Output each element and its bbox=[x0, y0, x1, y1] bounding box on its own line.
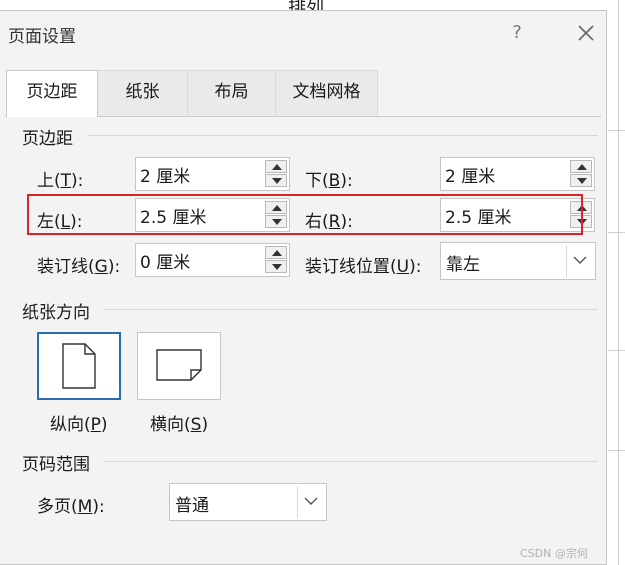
watermark: CSDN @宗何 bbox=[520, 547, 588, 560]
gutter-label: 装订线(G): bbox=[37, 257, 121, 277]
spin-down-button[interactable] bbox=[265, 215, 287, 228]
bottom-margin-label: 下(B): bbox=[305, 171, 353, 191]
gutter-position-value: 靠左 bbox=[446, 255, 480, 275]
arrow-up-icon bbox=[577, 164, 587, 170]
right-margin-label: 右(R): bbox=[305, 212, 353, 232]
gutter-spinner bbox=[265, 246, 287, 274]
right-margin-spinner bbox=[570, 201, 592, 229]
arrow-up-icon bbox=[272, 205, 282, 211]
pages-section-title: 页码范围 bbox=[22, 455, 90, 475]
spin-up-button[interactable] bbox=[265, 201, 287, 214]
landscape-page-icon bbox=[156, 349, 202, 381]
spin-down-button[interactable] bbox=[570, 215, 592, 228]
portrait-page-icon bbox=[62, 343, 96, 389]
tab-label: 文档网格 bbox=[292, 82, 361, 102]
left-margin-value: 2.5 厘米 bbox=[140, 208, 207, 228]
arrow-down-icon bbox=[577, 178, 587, 184]
background-line bbox=[618, 0, 619, 565]
arrow-down-icon bbox=[272, 264, 282, 270]
bottom-margin-value: 2 厘米 bbox=[445, 167, 496, 187]
orientation-section-title: 纸张方向 bbox=[22, 303, 90, 323]
page-setup-dialog: 页面设置 ? 页边距 纸张 布局 文档网格 bbox=[0, 10, 607, 565]
tab-label: 纸张 bbox=[125, 82, 160, 102]
left-margin-input[interactable]: 2.5 厘米 bbox=[135, 198, 290, 232]
spin-down-button[interactable] bbox=[265, 260, 287, 273]
top-margin-spinner bbox=[265, 160, 287, 188]
right-margin-value: 2.5 厘米 bbox=[445, 208, 512, 228]
tab-paper[interactable]: 纸张 bbox=[98, 70, 188, 116]
background-line bbox=[608, 350, 625, 351]
section-divider bbox=[103, 309, 598, 310]
section-divider bbox=[103, 461, 598, 462]
dropdown-toggle[interactable] bbox=[566, 245, 593, 277]
multiple-pages-label: 多页(M): bbox=[37, 497, 105, 517]
title-bar[interactable]: 页面设置 ? bbox=[0, 11, 606, 55]
section-divider bbox=[88, 135, 598, 136]
portrait-label: 纵向(P) bbox=[50, 415, 108, 435]
arrow-up-icon bbox=[272, 250, 282, 256]
tab-label: 页边距 bbox=[26, 82, 78, 102]
close-icon bbox=[578, 25, 594, 41]
gutter-position-label: 装订线位置(U): bbox=[305, 257, 422, 277]
multiple-pages-dropdown[interactable]: 普通 bbox=[169, 483, 327, 521]
arrow-down-icon bbox=[272, 219, 282, 225]
right-margin-input[interactable]: 2.5 厘米 bbox=[440, 198, 595, 232]
background-line bbox=[608, 232, 625, 233]
help-button[interactable]: ? bbox=[505, 19, 529, 47]
landscape-label: 横向(S) bbox=[150, 415, 209, 435]
multiple-pages-value: 普通 bbox=[175, 496, 209, 516]
background-line bbox=[608, 450, 625, 451]
margins-section-title: 页边距 bbox=[22, 129, 73, 149]
spin-up-button[interactable] bbox=[265, 246, 287, 259]
top-margin-input[interactable]: 2 厘米 bbox=[135, 157, 290, 191]
dropdown-toggle[interactable] bbox=[297, 486, 324, 518]
left-margin-spinner bbox=[265, 201, 287, 229]
tab-label: 布局 bbox=[214, 82, 249, 102]
left-margin-label: 左(L): bbox=[37, 212, 83, 232]
landscape-button[interactable] bbox=[137, 332, 221, 400]
top-margin-value: 2 厘米 bbox=[140, 167, 191, 187]
background-line bbox=[608, 130, 625, 131]
gutter-position-dropdown[interactable]: 靠左 bbox=[440, 242, 596, 280]
arrow-up-icon bbox=[272, 164, 282, 170]
close-button[interactable] bbox=[572, 19, 600, 47]
arrow-down-icon bbox=[577, 219, 587, 225]
top-margin-label: 上(T): bbox=[37, 171, 84, 191]
spin-down-button[interactable] bbox=[265, 174, 287, 187]
spin-up-button[interactable] bbox=[265, 160, 287, 173]
gutter-input[interactable]: 0 厘米 bbox=[135, 243, 290, 277]
chevron-down-icon bbox=[573, 256, 587, 264]
dialog-title: 页面设置 bbox=[8, 27, 76, 47]
tab-margins[interactable]: 页边距 bbox=[6, 70, 98, 117]
spin-up-button[interactable] bbox=[570, 160, 592, 173]
chevron-down-icon bbox=[304, 497, 318, 505]
tab-layout[interactable]: 布局 bbox=[188, 70, 276, 116]
arrow-down-icon bbox=[272, 178, 282, 184]
tab-document-grid[interactable]: 文档网格 bbox=[276, 70, 378, 116]
spin-down-button[interactable] bbox=[570, 174, 592, 187]
gutter-value: 0 厘米 bbox=[140, 253, 191, 273]
bottom-margin-input[interactable]: 2 厘米 bbox=[440, 157, 595, 191]
portrait-button[interactable] bbox=[37, 332, 121, 400]
arrow-up-icon bbox=[577, 205, 587, 211]
spin-up-button[interactable] bbox=[570, 201, 592, 214]
bottom-margin-spinner bbox=[570, 160, 592, 188]
